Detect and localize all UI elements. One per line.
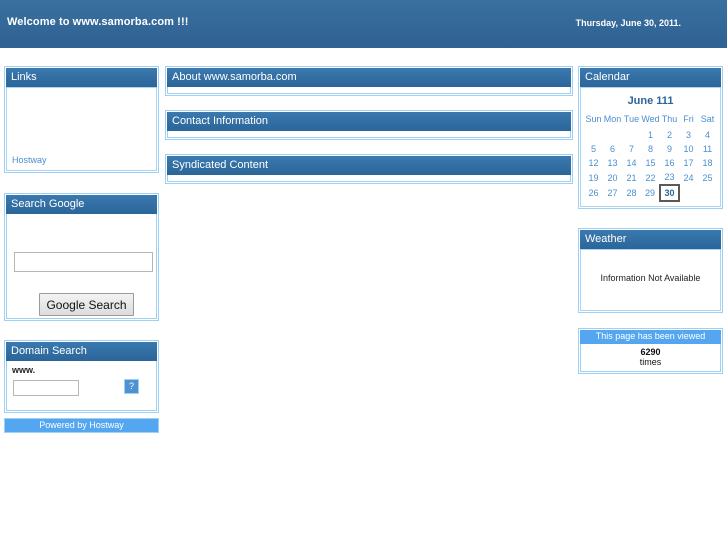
calendar-month-title: June 111 [627, 95, 674, 107]
calendar-day-28[interactable]: 28 [622, 185, 641, 201]
domain-search-panel: Domain Search www. ? [4, 340, 159, 413]
syndicated-content-panel-body [167, 175, 571, 182]
calendar-weekday-row: Sun Mon Tue Wed Thu Fri Sat [584, 112, 717, 128]
calendar-weekday-wed: Wed [641, 114, 660, 124]
weather-panel-title: Weather [580, 230, 721, 249]
contact-panel: Contact Information [165, 110, 573, 140]
page-counter-value: 6290 [640, 347, 661, 357]
google-search-panel-body: Google Search [6, 214, 157, 319]
weather-panel: Weather Information Not Available [578, 228, 723, 313]
calendar-day-21[interactable]: 21 [622, 170, 641, 185]
page-root: Welcome to www.samorba.com !!! Thursday,… [0, 0, 727, 545]
page-counter-body: 6290 times [580, 344, 721, 372]
page-counter-panel: This page has been viewed 6290 times [578, 328, 723, 374]
calendar-grid: Sun Mon Tue Wed Thu Fri Sat 1 2 3 4 5 6 7 8 9 10 11 12 13 1… [584, 112, 717, 202]
calendar-day-20[interactable]: 20 [603, 170, 622, 185]
calendar-weekday-fri: Fri [683, 114, 694, 124]
site-title: Welcome to www.samorba.com !!! [7, 16, 189, 28]
broken-image-icon[interactable]: ? [124, 379, 139, 394]
calendar-panel: Calendar June 111 Sun Mon Tue Wed Thu Fri Sat … [578, 66, 723, 209]
calendar-day-7[interactable]: 7 [622, 142, 641, 156]
contact-panel-title: Contact Information [167, 112, 571, 131]
calendar-day-25[interactable]: 25 [698, 170, 717, 185]
links-panel-body: Hostway [6, 87, 157, 171]
calendar-empty-cell [584, 128, 603, 142]
calendar-day-29[interactable]: 29 [641, 185, 660, 201]
page-counter-unit: times [639, 357, 662, 367]
about-panel: About www.samorba.com [165, 66, 573, 96]
calendar-day-3[interactable]: 3 [679, 128, 698, 142]
calendar-day-15[interactable]: 15 [641, 156, 660, 170]
calendar-day-22[interactable]: 22 [641, 170, 660, 185]
domain-search-panel-title: Domain Search [6, 342, 157, 361]
link-item-hostway[interactable]: Hostway [12, 155, 47, 165]
calendar-day-30[interactable]: 30 [659, 184, 680, 202]
calendar-week-row: 19 20 21 22 23 24 25 [584, 170, 717, 185]
google-search-panel: Search Google Google Search [4, 193, 159, 321]
calendar-weekday-tue: Tue [623, 114, 640, 124]
calendar-day-13[interactable]: 13 [603, 156, 622, 170]
calendar-day-5[interactable]: 5 [584, 142, 603, 156]
calendar-day-16[interactable]: 16 [660, 156, 679, 170]
calendar-day-17[interactable]: 17 [679, 156, 698, 170]
calendar-day-4[interactable]: 4 [698, 128, 717, 142]
domain-search-input[interactable] [13, 380, 79, 396]
calendar-weekday-sun: Sun [585, 114, 602, 124]
about-panel-body [167, 87, 571, 94]
calendar-empty-cell [679, 185, 698, 201]
weather-panel-body: Information Not Available [580, 249, 721, 311]
calendar-weekday-sat: Sat [700, 114, 715, 124]
current-date: Thursday, June 30, 2011. [575, 18, 681, 28]
weather-message: Information Not Available [600, 273, 701, 283]
calendar-week-row: 5 6 7 8 9 10 11 [584, 142, 717, 156]
calendar-week-row: 26 27 28 29 30 [584, 184, 717, 202]
calendar-day-23[interactable]: 23 [660, 170, 679, 185]
calendar-weekday-thu: Thu [661, 114, 678, 124]
domain-search-panel-body: www. ? [6, 361, 157, 411]
calendar-weekday-mon: Mon [603, 114, 622, 124]
calendar-panel-title: Calendar [580, 68, 721, 87]
calendar-day-2[interactable]: 2 [660, 128, 679, 142]
links-panel: Links Hostway [4, 66, 159, 173]
syndicated-content-panel: Syndicated Content [165, 154, 573, 184]
calendar-day-27[interactable]: 27 [603, 185, 622, 201]
calendar-day-14[interactable]: 14 [622, 156, 641, 170]
links-panel-title: Links [6, 68, 157, 87]
page-counter-title: This page has been viewed [580, 330, 721, 344]
calendar-day-9[interactable]: 9 [660, 142, 679, 156]
calendar-empty-cell [622, 128, 641, 142]
calendar-week-row: 1234 [584, 128, 717, 142]
calendar-day-24[interactable]: 24 [679, 170, 698, 185]
calendar-empty-cell [698, 185, 717, 201]
calendar-day-11[interactable]: 11 [698, 142, 717, 156]
calendar-day-1[interactable]: 1 [641, 128, 660, 142]
calendar-panel-body: June 111 Sun Mon Tue Wed Thu Fri Sat 123456789… [580, 87, 721, 207]
powered-by-bar: Powered by Hostway [4, 418, 159, 433]
calendar-week-row: 12 13 14 15 16 17 18 [584, 156, 717, 170]
calendar-day-12[interactable]: 12 [584, 156, 603, 170]
about-panel-title: About www.samorba.com [167, 68, 571, 87]
calendar-empty-cell [603, 128, 622, 142]
calendar-day-18[interactable]: 18 [698, 156, 717, 170]
google-search-input[interactable] [14, 252, 153, 272]
calendar-day-19[interactable]: 19 [584, 170, 603, 185]
calendar-day-8[interactable]: 8 [641, 142, 660, 156]
calendar-day-6[interactable]: 6 [603, 142, 622, 156]
site-banner: Welcome to www.samorba.com !!! Thursday,… [0, 0, 727, 48]
contact-panel-body [167, 131, 571, 138]
calendar-day-26[interactable]: 26 [584, 185, 603, 201]
syndicated-content-panel-title: Syndicated Content [167, 156, 571, 175]
google-search-button[interactable]: Google Search [39, 293, 134, 316]
google-search-panel-title: Search Google [6, 195, 157, 214]
calendar-day-10[interactable]: 10 [679, 142, 698, 156]
domain-search-prefix-label: www. [12, 365, 36, 375]
